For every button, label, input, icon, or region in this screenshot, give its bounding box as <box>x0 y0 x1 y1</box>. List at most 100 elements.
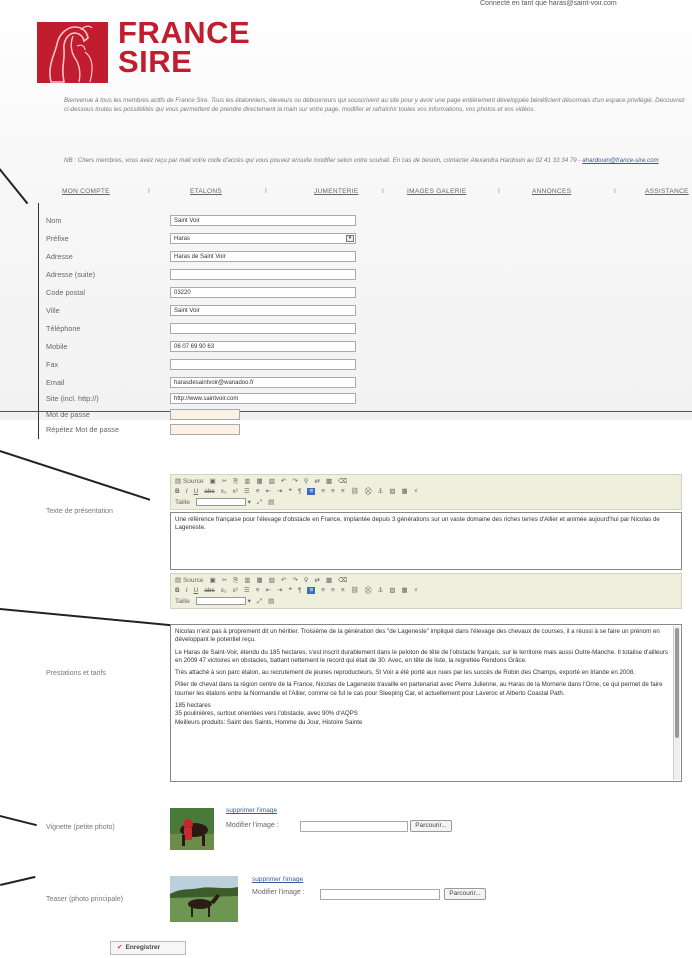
code-postal-field[interactable]: 03220 <box>170 287 356 298</box>
align-right-icon[interactable]: ≡ <box>331 587 335 594</box>
source-button[interactable]: Source <box>183 577 204 584</box>
nav-assistance[interactable]: ASSISTANCE <box>645 188 689 195</box>
eraser-icon[interactable]: ⌫ <box>338 477 347 485</box>
presentation-editor[interactable]: Une référence française pour l'élevage d… <box>170 512 682 570</box>
unlink-icon[interactable]: ⛒ <box>365 587 372 595</box>
bullet-list-icon[interactable]: ≡ <box>256 587 260 594</box>
nav-etalons[interactable]: ETALONS <box>190 188 222 195</box>
outdent-icon[interactable]: ⇤ <box>266 487 271 495</box>
anchor-icon[interactable]: ⚓ <box>378 586 384 594</box>
table-icon[interactable]: ▦ <box>402 487 408 495</box>
adresse-field[interactable]: Haras de Saint Voir <box>170 251 356 262</box>
paste-icon[interactable]: ▥ <box>244 576 250 584</box>
telephone-field[interactable] <box>170 323 356 334</box>
flash-icon[interactable]: ⚡ <box>414 487 419 495</box>
size-select[interactable] <box>195 597 246 606</box>
ordered-list-icon[interactable]: ☰ <box>244 487 250 495</box>
image-icon[interactable]: ▨ <box>389 586 395 594</box>
anchor-icon[interactable]: ⚓ <box>378 487 384 495</box>
paste-icon[interactable]: ▥ <box>244 477 250 485</box>
vignette-browse-button[interactable]: Parcourir... <box>410 820 452 832</box>
div-icon[interactable]: ¶ <box>298 488 302 495</box>
logo-wordmark[interactable]: FRANCE SIRE <box>118 17 250 77</box>
save-button[interactable]: ✔ Enregistrer <box>110 941 186 955</box>
source-icon[interactable]: ▤ Source <box>175 576 204 584</box>
paste-word-icon[interactable]: ▧ <box>269 576 275 584</box>
italic-icon[interactable]: I <box>186 488 188 495</box>
horse-logo-icon[interactable] <box>37 22 108 83</box>
select-all-icon[interactable]: ▩ <box>326 477 332 485</box>
superscript-icon[interactable]: x² <box>232 488 237 495</box>
quote-icon[interactable]: ❝ <box>288 586 292 594</box>
maximize-icon[interactable]: ⤢ <box>257 598 262 606</box>
bullet-list-icon[interactable]: ≡ <box>256 488 260 495</box>
link-icon[interactable]: ⛓ <box>351 487 359 495</box>
italic-icon[interactable]: I <box>186 587 188 594</box>
chevron-down-icon[interactable]: ▾ <box>248 597 251 605</box>
chevron-down-icon[interactable]: ▾ <box>248 498 251 506</box>
undo-icon[interactable]: ↶ <box>281 576 286 584</box>
teaser-browse-button[interactable]: Parcourir... <box>444 888 486 900</box>
outdent-icon[interactable]: ⇤ <box>266 586 271 594</box>
image-icon[interactable]: ▨ <box>389 487 395 495</box>
scrollbar-thumb[interactable] <box>675 628 679 738</box>
align-left-icon[interactable]: ≡ <box>307 587 316 594</box>
flash-icon[interactable]: ⚡ <box>414 586 419 594</box>
mobile-field[interactable]: 06 07 69 90 63 <box>170 341 356 352</box>
find-icon[interactable]: ⚲ <box>304 477 309 485</box>
fax-field[interactable] <box>170 359 356 370</box>
site-field[interactable]: http://www.saintvoir.com <box>170 393 356 404</box>
paste-text-icon[interactable]: ▦ <box>257 477 263 485</box>
redo-icon[interactable]: ↷ <box>292 576 297 584</box>
save-icon[interactable]: ▣ <box>210 477 216 485</box>
justify-icon[interactable]: ≡ <box>341 488 345 495</box>
undo-icon[interactable]: ↶ <box>281 477 286 485</box>
source-button[interactable]: Source <box>183 478 204 485</box>
vignette-delete-link[interactable]: supprimer l'image <box>226 807 277 814</box>
superscript-icon[interactable]: x² <box>232 587 237 594</box>
div-icon[interactable]: ¶ <box>298 587 302 594</box>
copy-icon[interactable]: ⎘ <box>233 577 238 585</box>
chevron-down-icon[interactable]: ▾ <box>346 235 354 242</box>
cut-icon[interactable]: ✂ <box>222 576 227 584</box>
strike-icon[interactable]: abc <box>204 587 214 594</box>
vignette-file-input[interactable] <box>300 821 408 832</box>
link-icon[interactable]: ⛓ <box>351 586 359 594</box>
subscript-icon[interactable]: x₂ <box>221 488 227 495</box>
bold-icon[interactable]: B <box>175 488 180 495</box>
blocks-icon[interactable]: ▤ <box>268 498 274 506</box>
nav-jumenterie[interactable]: JUMENTERIE <box>314 188 359 195</box>
underline-icon[interactable]: U <box>194 488 199 495</box>
copy-icon[interactable]: ⎘ <box>233 478 238 486</box>
strike-icon[interactable]: abc <box>204 488 214 495</box>
redo-icon[interactable]: ↷ <box>292 477 297 485</box>
subscript-icon[interactable]: x₂ <box>221 587 227 594</box>
email-field[interactable]: harasdesaintvoir@wanadoo.fr <box>170 377 356 388</box>
source-icon[interactable]: ▤ Source <box>175 477 204 485</box>
size-select[interactable] <box>195 498 246 507</box>
password-confirm-field[interactable] <box>170 424 240 435</box>
ordered-list-icon[interactable]: ☰ <box>244 586 250 594</box>
align-right-icon[interactable]: ≡ <box>331 488 335 495</box>
save-icon[interactable]: ▣ <box>210 576 216 584</box>
teaser-delete-link[interactable]: supprimer l'image <box>252 876 303 883</box>
teaser-file-input[interactable] <box>320 889 440 900</box>
indent-icon[interactable]: ⇥ <box>277 586 282 594</box>
editor-scrollbar[interactable] <box>673 626 680 780</box>
select-all-icon[interactable]: ▩ <box>326 576 332 584</box>
eraser-icon[interactable]: ⌫ <box>338 576 347 584</box>
table-icon[interactable]: ▦ <box>402 586 408 594</box>
paste-word-icon[interactable]: ▧ <box>269 477 275 485</box>
prefixe-select[interactable]: Haras ▾ <box>170 233 356 244</box>
nav-annonces[interactable]: ANNONCES <box>532 188 571 195</box>
align-left-icon[interactable]: ≡ <box>307 488 316 495</box>
align-center-icon[interactable]: ≡ <box>321 488 325 495</box>
replace-icon[interactable]: ⇄ <box>315 477 320 485</box>
align-center-icon[interactable]: ≡ <box>321 587 325 594</box>
blocks-icon[interactable]: ▤ <box>268 597 274 605</box>
nom-field[interactable]: Saint Voir <box>170 215 356 226</box>
ville-field[interactable]: Saint Voir <box>170 305 356 316</box>
paste-text-icon[interactable]: ▦ <box>257 576 263 584</box>
indent-icon[interactable]: ⇥ <box>277 487 282 495</box>
maximize-icon[interactable]: ⤢ <box>257 499 262 507</box>
